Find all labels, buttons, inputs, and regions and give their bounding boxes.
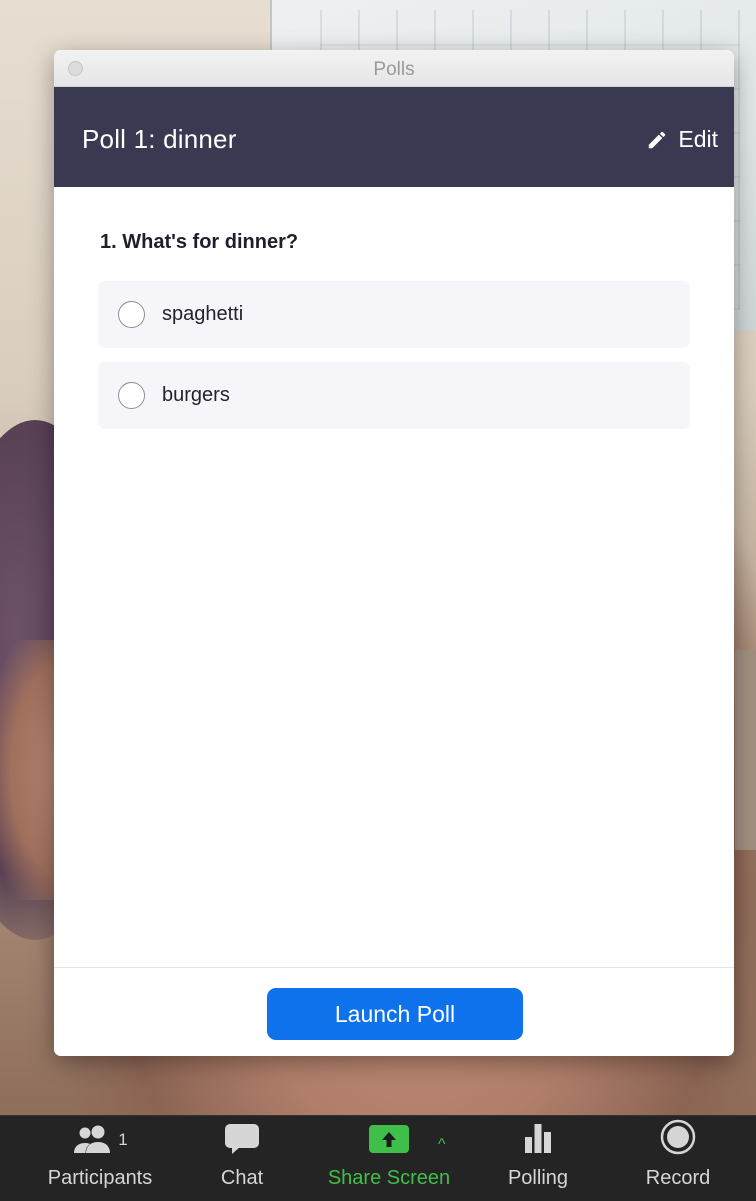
record-icon-wrap — [660, 1116, 696, 1166]
share-screen-icon — [368, 1123, 410, 1160]
chat-icon-wrap — [224, 1116, 260, 1166]
chat-button[interactable]: Chat — [212, 1116, 272, 1201]
record-icon — [660, 1119, 696, 1160]
meeting-toolbar: 1 Participants Chat Share Screen ^ Polli… — [0, 1115, 756, 1201]
option-label: spaghetti — [162, 303, 244, 325]
share-screen-icon-wrap — [368, 1116, 410, 1166]
launch-poll-button[interactable]: Launch Poll — [267, 988, 523, 1040]
option-burgers[interactable]: burgers — [98, 362, 690, 429]
question-text: 1. What's for dinner? — [100, 231, 299, 253]
background-object — [735, 650, 756, 850]
edit-button[interactable]: Edit — [646, 126, 718, 153]
participants-button[interactable]: 1 Participants — [42, 1116, 158, 1201]
polling-button[interactable]: Polling — [500, 1116, 576, 1201]
poll-title: Poll 1: dinner — [82, 124, 237, 154]
participants-count: 1 — [118, 1130, 128, 1149]
share-screen-button[interactable]: Share Screen — [322, 1116, 456, 1201]
share-screen-label: Share Screen — [327, 1167, 451, 1189]
poll-header: Poll 1: dinner Edit — [54, 87, 734, 187]
polls-window: Polls Poll 1: dinner Edit 1. What's for … — [54, 50, 734, 1056]
radio-button[interactable] — [118, 301, 145, 328]
poll-footer: Launch Poll — [54, 967, 734, 1056]
edit-label: Edit — [678, 126, 718, 152]
polling-label: Polling — [507, 1167, 569, 1189]
bar-chart-icon — [521, 1121, 555, 1160]
pencil-icon — [646, 129, 668, 151]
participants-icon-wrap: 1 — [72, 1116, 128, 1166]
radio-button[interactable] — [118, 382, 145, 409]
participants-label: Participants — [47, 1167, 153, 1189]
option-spaghetti[interactable]: spaghetti — [98, 281, 690, 348]
participants-icon — [72, 1123, 116, 1160]
window-title: Polls — [373, 59, 415, 80]
share-options-caret-icon[interactable]: ^ — [438, 1136, 446, 1154]
chat-bubble-icon — [224, 1123, 260, 1160]
polling-icon-wrap — [521, 1116, 555, 1166]
poll-body: 1. What's for dinner? spaghetti burgers — [54, 187, 734, 429]
option-label: burgers — [162, 384, 230, 406]
chat-label: Chat — [220, 1167, 264, 1189]
record-label: Record — [645, 1167, 711, 1189]
record-button[interactable]: Record — [638, 1116, 718, 1201]
window-titlebar[interactable]: Polls — [54, 50, 734, 87]
